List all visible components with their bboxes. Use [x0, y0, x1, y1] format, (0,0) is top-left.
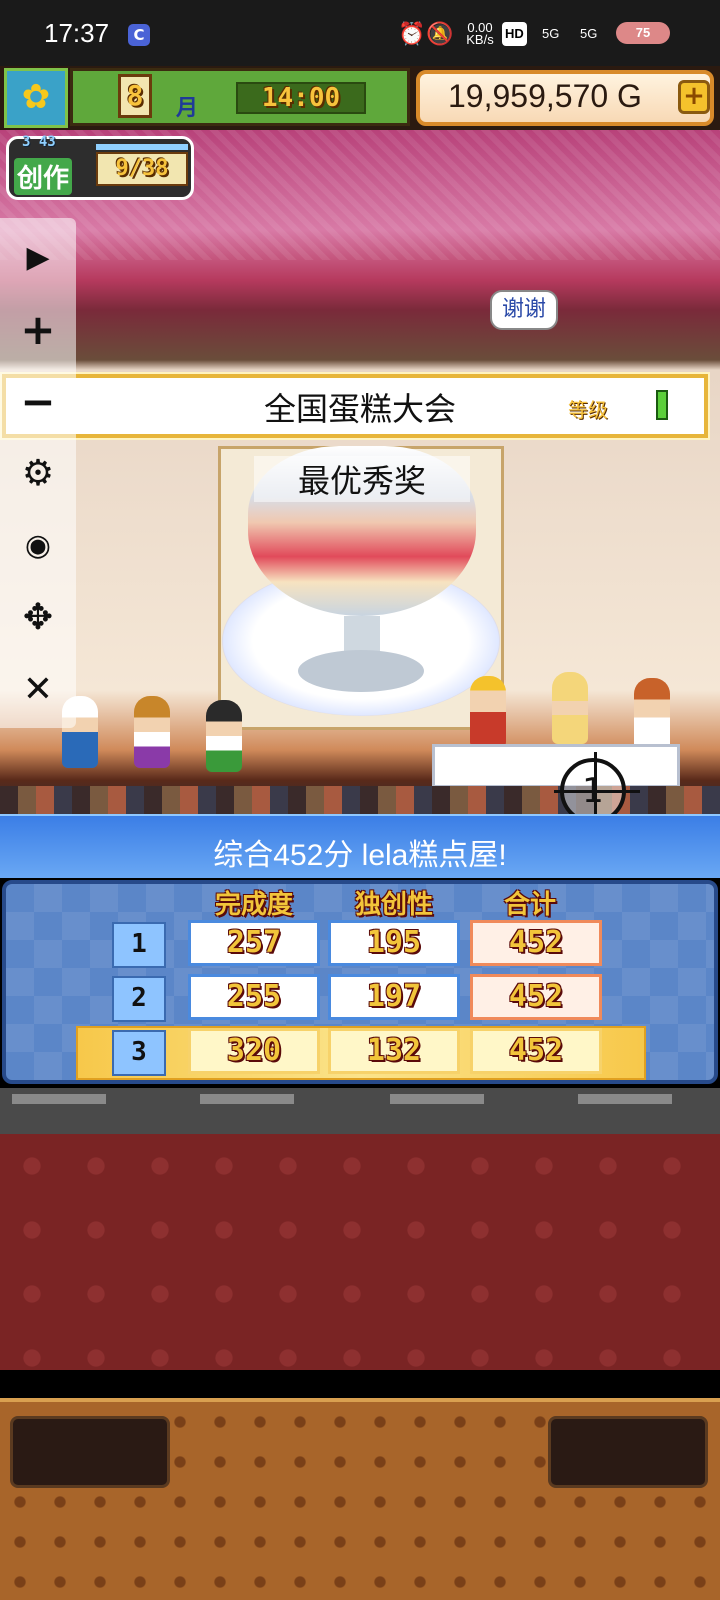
alarm-icon: ⏰ — [398, 21, 426, 46]
road-dash — [578, 1094, 672, 1104]
contest-name: 全国蛋糕大会 — [263, 391, 456, 427]
create-label: 创作 — [14, 158, 73, 195]
zoom-out-button[interactable]: − — [8, 374, 68, 430]
settings-gear-icon[interactable]: ⚙ — [8, 446, 68, 502]
sunflower-icon[interactable]: ✿ — [4, 68, 68, 128]
header-originality: 独创性 — [354, 890, 433, 920]
road-dash — [12, 1094, 106, 1104]
divider-band — [0, 1370, 720, 1398]
red-carpet — [0, 1134, 720, 1370]
contestant-character — [206, 700, 242, 772]
month-label: 月 — [176, 96, 199, 121]
score-total: 452 — [470, 974, 602, 1020]
counter-slot-left — [10, 1416, 170, 1488]
move-icon[interactable]: ✥ — [8, 590, 68, 646]
header-total: 合计 — [503, 890, 556, 920]
create-count: 9/38 — [96, 152, 188, 186]
zoom-in-button[interactable]: + — [8, 302, 68, 358]
road-dash — [390, 1094, 484, 1104]
score-originality: 132 — [328, 1028, 460, 1074]
rank-2: 2 — [112, 976, 166, 1022]
result-summary: 综合452分 lela糕点屋! — [213, 839, 507, 872]
gold-amount: 19,959,570 G — [448, 78, 642, 114]
judge-king-character — [470, 676, 506, 748]
signal-5g-2-icon: 5G — [580, 26, 598, 41]
create-progress-bar — [96, 144, 188, 150]
score-originality: 197 — [328, 974, 460, 1020]
score-completion: 257 — [188, 920, 320, 966]
battery-icon: 75 — [616, 22, 670, 44]
create-level: 3 43 — [22, 134, 56, 150]
grade-label: 等级 — [568, 398, 608, 422]
contestant-character — [134, 696, 170, 768]
month-value: 8 — [118, 74, 152, 118]
app-notification-icon: C — [128, 24, 150, 46]
glass-foot — [298, 650, 424, 692]
judge-character — [552, 672, 588, 744]
status-bar: 17:37 C ⏰ 🔕 0.00 KB/s HD 5G 5G 75 — [0, 0, 720, 66]
add-gold-button[interactable]: + — [678, 80, 710, 114]
counter-slot-right — [548, 1416, 708, 1488]
header-completion: 完成度 — [214, 890, 293, 920]
close-icon[interactable]: ✕ — [8, 662, 68, 718]
award-title: 最优秀奖 — [254, 456, 470, 502]
score-total: 452 — [470, 1028, 602, 1074]
signal-5g-1-icon: 5G — [542, 26, 560, 41]
rank-3: 3 — [112, 1030, 166, 1076]
net-speed: 0.00 KB/s — [466, 20, 494, 47]
cursor-crosshair-h — [554, 790, 640, 793]
score-completion: 320 — [188, 1028, 320, 1074]
judge-character — [634, 678, 670, 750]
mute-icon: 🔕 — [426, 21, 454, 46]
score-completion: 255 — [188, 974, 320, 1020]
status-time: 17:37 — [44, 18, 110, 48]
score-originality: 195 — [328, 920, 460, 966]
rank-1: 1 — [112, 922, 166, 968]
clock: 14:00 — [236, 82, 366, 114]
score-total: 452 — [470, 920, 602, 966]
judges-table — [432, 744, 680, 788]
grade-meter — [656, 390, 668, 420]
speech-bubble: 谢谢 — [490, 290, 558, 330]
play-button[interactable]: ▶ — [8, 230, 68, 286]
hd-icon: HD — [502, 22, 527, 46]
road-dash — [200, 1094, 294, 1104]
hide-eye-icon[interactable]: ◉ — [8, 518, 68, 574]
